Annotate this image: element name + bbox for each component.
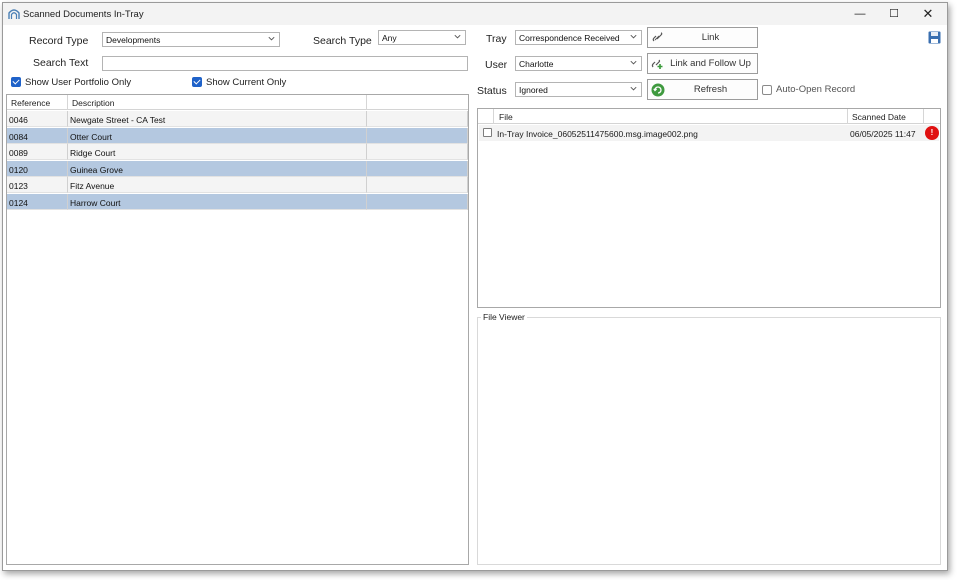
search-type-value: Any xyxy=(382,33,397,43)
refresh-button-label: Refresh xyxy=(693,84,728,95)
cell-reference: 0046 xyxy=(7,111,68,127)
cell-description: Otter Court xyxy=(68,127,367,144)
cell-empty xyxy=(367,127,468,144)
chevron-down-icon xyxy=(630,60,637,65)
close-button[interactable]: ✕ xyxy=(911,3,945,25)
files-grid: File Scanned Date In-Tray Invoice_060525… xyxy=(477,108,941,308)
table-row[interactable]: 0089 Ridge Court xyxy=(7,144,468,160)
cell-empty xyxy=(367,177,468,193)
cell-empty xyxy=(367,160,468,177)
tray-select[interactable]: Correspondence Received xyxy=(515,30,642,45)
show-current-only-checkbox[interactable] xyxy=(192,77,202,87)
file-row-checkbox[interactable] xyxy=(483,128,492,137)
link-button[interactable]: Link xyxy=(647,27,758,48)
chevron-down-icon xyxy=(630,86,637,91)
status-value: Ignored xyxy=(519,85,548,95)
table-row[interactable]: 0084 Otter Court xyxy=(7,127,468,144)
file-scanned-date: 06/05/2025 11:47 xyxy=(850,129,916,139)
file-viewer-label: File Viewer xyxy=(481,312,527,322)
save-disk-icon[interactable] xyxy=(928,31,941,44)
table-row[interactable]: 0123 Fitz Avenue xyxy=(7,177,468,193)
cell-description: Ridge Court xyxy=(68,144,367,160)
status-label: Status xyxy=(477,85,507,97)
link-follow-up-icon xyxy=(651,59,663,69)
records-grid: Reference Description 0046 Newgate Street… xyxy=(6,94,469,565)
tray-label: Tray xyxy=(486,33,507,45)
in-tray-window: Scanned Documents In-Tray — ☐ ✕ Record T… xyxy=(2,2,948,571)
file-row[interactable]: In-Tray Invoice_06052511475600.msg.image… xyxy=(479,125,939,141)
chevron-down-icon xyxy=(268,36,275,41)
file-viewer: File Viewer xyxy=(477,312,941,565)
column-header-description[interactable]: Description xyxy=(68,95,367,110)
link-button-label: Link xyxy=(701,32,720,43)
cell-reference: 0123 xyxy=(7,177,68,193)
auto-open-record-checkbox[interactable] xyxy=(762,85,772,95)
table-row[interactable]: 0046 Newgate Street - CA Test xyxy=(7,111,468,127)
column-header-reference[interactable]: Reference xyxy=(7,95,68,110)
record-type-label: Record Type xyxy=(29,35,89,47)
show-current-only-label: Show Current Only xyxy=(206,77,287,88)
table-row[interactable]: 0124 Harrow Court xyxy=(7,193,468,210)
search-text-input[interactable] xyxy=(102,56,468,71)
cell-empty xyxy=(367,111,468,127)
record-type-select[interactable]: Developments xyxy=(102,32,280,47)
status-select[interactable]: Ignored xyxy=(515,82,642,97)
cell-empty xyxy=(367,193,468,210)
alert-icon: ! xyxy=(925,126,939,140)
cell-reference: 0120 xyxy=(7,160,68,177)
cell-empty xyxy=(367,144,468,160)
app-arch-icon xyxy=(8,9,20,19)
link-follow-up-button[interactable]: Link and Follow Up xyxy=(647,53,758,74)
record-type-value: Developments xyxy=(106,35,161,45)
show-user-portfolio-checkbox[interactable] xyxy=(11,77,21,87)
chevron-down-icon xyxy=(454,34,461,39)
cell-reference: 0089 xyxy=(7,144,68,160)
files-grid-header: File Scanned Date xyxy=(478,109,940,124)
user-select[interactable]: Charlotte xyxy=(515,56,642,71)
cell-reference: 0084 xyxy=(7,127,68,144)
cell-description: Newgate Street - CA Test xyxy=(68,111,367,127)
minimize-button[interactable]: — xyxy=(843,3,877,25)
show-user-portfolio-label: Show User Portfolio Only xyxy=(25,77,132,88)
chevron-down-icon xyxy=(630,34,637,39)
search-type-select[interactable]: Any xyxy=(378,30,466,45)
window-title: Scanned Documents In-Tray xyxy=(23,9,144,20)
refresh-button[interactable]: Refresh xyxy=(647,79,758,100)
auto-open-record-label: Auto-Open Record xyxy=(776,84,856,95)
user-value: Charlotte xyxy=(519,59,554,69)
table-row[interactable]: 0120 Guinea Grove xyxy=(7,160,468,177)
column-header-scanned-date[interactable]: Scanned Date xyxy=(848,109,924,124)
user-label: User xyxy=(485,59,508,71)
records-grid-header: Reference Description xyxy=(7,95,468,110)
cell-description: Fitz Avenue xyxy=(68,177,367,193)
column-header-file[interactable]: File xyxy=(494,109,848,124)
search-text-label: Search Text xyxy=(33,57,89,69)
search-type-label: Search Type xyxy=(313,35,372,47)
title-bar: Scanned Documents In-Tray — ☐ ✕ xyxy=(3,3,947,25)
tray-value: Correspondence Received xyxy=(519,33,620,43)
link-chain-icon xyxy=(652,32,663,42)
column-header-select xyxy=(478,109,494,124)
link-follow-up-button-label: Link and Follow Up xyxy=(670,58,751,69)
cell-description: Guinea Grove xyxy=(68,160,367,177)
refresh-icon xyxy=(651,83,665,97)
cell-reference: 0124 xyxy=(7,193,68,210)
cell-description: Harrow Court xyxy=(68,193,367,210)
file-name: In-Tray Invoice_06052511475600.msg.image… xyxy=(497,129,698,139)
maximize-button[interactable]: ☐ xyxy=(877,3,911,25)
